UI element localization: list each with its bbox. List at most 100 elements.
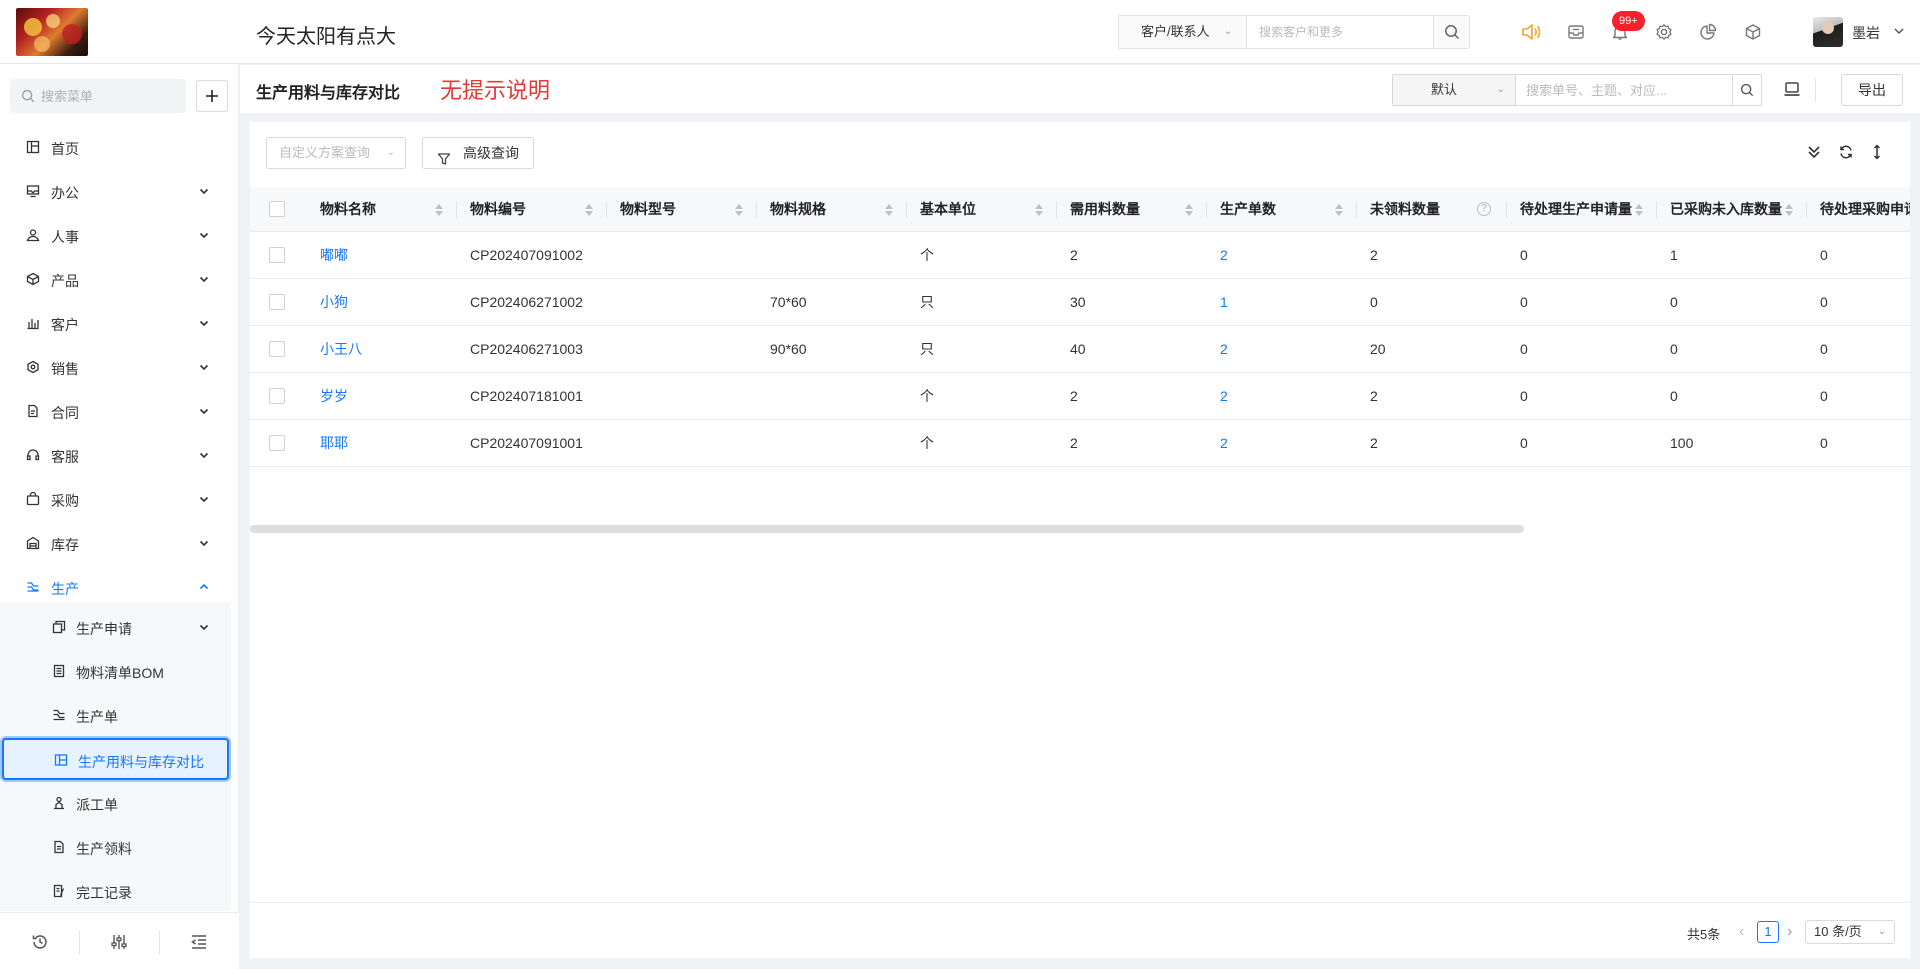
table-cell: 2 [1370,388,1378,404]
global-search-input[interactable] [1247,16,1433,48]
sliders-icon[interactable] [108,931,130,953]
advanced-query-button[interactable]: 高级查询 [422,137,534,169]
row-checkbox[interactable] [269,435,285,451]
page-number[interactable]: 1 [1757,921,1779,943]
user-name[interactable]: 墨岩 [1852,23,1880,43]
sidebar-subitem[interactable]: 完工记录 [0,869,231,913]
table-cell-link[interactable]: 小狗 [320,292,348,312]
sidebar-item[interactable]: 办公 [0,169,239,213]
sidebar-subitem[interactable]: 生产单 [0,693,231,737]
sidebar-item[interactable]: 客服 [0,433,239,477]
monitor-icon[interactable] [1783,80,1801,101]
refresh-icon[interactable] [1837,143,1855,161]
sidebar-item[interactable]: 采购 [0,477,239,521]
pie-chart-icon[interactable] [1694,18,1722,46]
search-icon[interactable] [1732,74,1762,106]
sort-icon[interactable] [885,204,893,216]
column-header[interactable]: 物料规格 [757,187,907,231]
column-header[interactable]: 物料编号 [457,187,607,231]
search-icon[interactable] [1433,16,1469,48]
column-header[interactable]: 生产单数 [1207,187,1357,231]
sidebar-subitem[interactable]: 派工单 [0,781,231,825]
export-button[interactable]: 导出 [1841,74,1903,106]
column-header[interactable]: 未领料数量? [1357,187,1507,231]
sort-icon[interactable] [1335,204,1343,216]
table-cell-link[interactable]: 2 [1220,341,1228,357]
sidebar-item[interactable]: 合同 [0,389,239,433]
custom-scheme-select[interactable]: 自定义方案查询 ⌄ [266,137,406,169]
sort-icon[interactable] [585,204,593,216]
column-header[interactable]: 待处理采购申请 [1807,187,1910,231]
search-scope-select[interactable]: 客户/联系人 ⌄ [1119,16,1247,48]
sort-icon[interactable] [1635,204,1643,216]
table-cell-link[interactable]: 嘟嘟 [320,245,348,265]
sidebar-item[interactable]: 首页 [0,125,239,169]
settings-gear-icon[interactable] [1650,18,1678,46]
row-height-icon[interactable] [1868,143,1886,161]
table-cell-link[interactable]: 1 [1220,294,1228,310]
sort-icon[interactable] [1785,204,1793,216]
sidebar-subitem[interactable]: 生产用料与库存对比 [2,738,229,780]
sidebar-item[interactable]: 产品 [0,257,239,301]
sort-icon[interactable] [435,204,443,216]
collapse-menu-icon[interactable] [188,931,210,953]
menu-search-input[interactable] [10,79,186,113]
table-cell: 100 [1670,435,1694,451]
company-logo[interactable] [16,8,88,56]
notification-badge: 99+ [1612,11,1645,31]
table-cell-link[interactable]: 岁岁 [320,386,348,406]
column-header[interactable]: 基本单位 [907,187,1057,231]
chevron-down-icon [198,184,210,200]
column-header[interactable]: 物料名称 [307,187,457,231]
page-size-select[interactable]: 10 条/页 ⌄ [1805,920,1895,944]
sidebar-item[interactable]: 人事 [0,213,239,257]
history-icon[interactable] [29,931,51,953]
table-row[interactable]: 岁岁 CP202407181001 个 2 2 2 0 0 0 [250,373,1910,420]
sidebar-subitem[interactable]: 物料清单BOM [0,649,231,693]
table-row[interactable]: 嘟嘟 CP202407091002 个 2 2 2 0 1 0 [250,232,1910,279]
sort-icon[interactable] [1035,204,1043,216]
chevron-down-icon[interactable] [1893,24,1905,40]
sidebar-item-label: 产品 [51,273,79,289]
prev-page-icon[interactable]: ‹ [1739,923,1744,941]
row-checkbox[interactable] [269,247,285,263]
sidebar-item[interactable]: 客户 [0,301,239,345]
table-row[interactable]: 小狗 CP202406271002 70*60 只 30 1 0 0 0 0 [250,279,1910,326]
add-button[interactable] [196,80,228,112]
view-select[interactable]: 默认 ⌄ [1392,74,1516,106]
table-row[interactable]: 耶耶 CP202407091001 个 2 2 2 0 100 0 [250,420,1910,467]
column-header[interactable]: 物料型号 [607,187,757,231]
sort-icon[interactable] [735,204,743,216]
table-cell-link[interactable]: 耶耶 [320,433,348,453]
sidebar-item-label: 合同 [51,405,79,421]
next-page-icon[interactable]: › [1787,923,1792,941]
chevron-down-icon [198,404,210,420]
column-header[interactable]: 已采购未入库数量 [1657,187,1807,231]
row-checkbox[interactable] [269,341,285,357]
avatar[interactable] [1813,17,1843,47]
speaker-icon[interactable] [1517,18,1545,46]
column-header[interactable]: 待处理生产申请量 [1507,187,1657,231]
table-cell-link[interactable]: 2 [1220,247,1228,263]
advanced-query-label: 高级查询 [463,145,519,161]
row-checkbox[interactable] [269,388,285,404]
table-row[interactable]: 小王八 CP202406271003 90*60 只 40 2 20 0 0 0 [250,326,1910,373]
select-all-checkbox[interactable] [269,201,285,217]
sidebar-item[interactable]: 库存 [0,521,239,565]
cube-icon[interactable] [1739,18,1767,46]
double-chevron-down-icon[interactable] [1805,143,1823,161]
sidebar-item[interactable]: 销售 [0,345,239,389]
sidebar-subitem[interactable]: 生产申请 [0,605,231,649]
inbox-icon[interactable] [1562,18,1590,46]
table-cell-link[interactable]: 2 [1220,435,1228,451]
table-cell: 0 [1820,341,1828,357]
help-icon[interactable]: ? [1477,202,1491,216]
document-search-input[interactable] [1516,75,1732,105]
row-checkbox[interactable] [269,294,285,310]
column-header[interactable]: 需用料数量 [1057,187,1207,231]
horizontal-scrollbar[interactable] [250,525,1524,533]
sort-icon[interactable] [1185,204,1193,216]
table-cell-link[interactable]: 小王八 [320,339,362,359]
table-cell-link[interactable]: 2 [1220,388,1228,404]
sidebar-subitem[interactable]: 生产领料 [0,825,231,869]
